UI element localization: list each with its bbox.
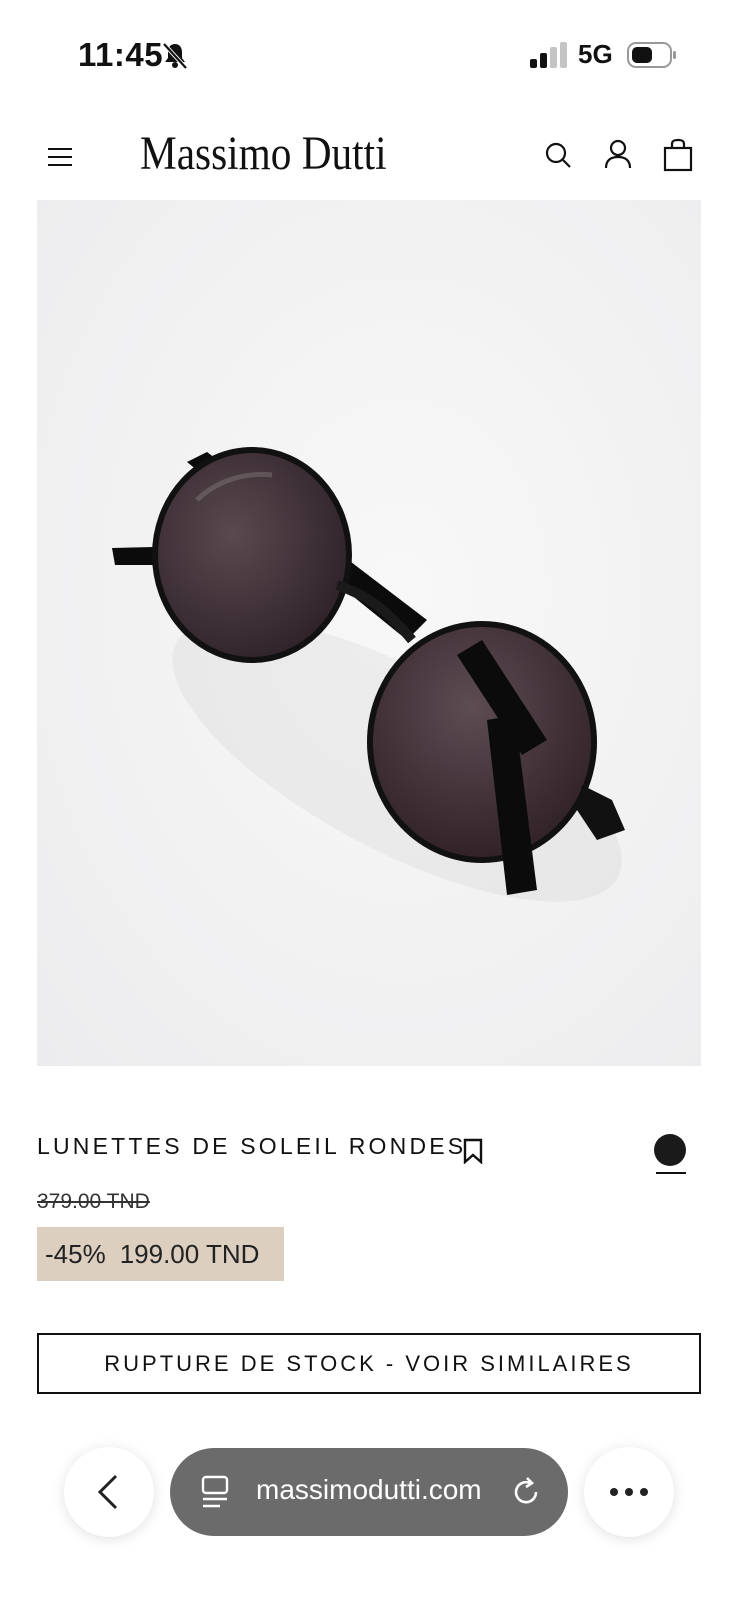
network-type: 5G	[578, 39, 613, 69]
signal-icon	[530, 42, 567, 68]
color-swatch-black[interactable]	[654, 1134, 686, 1166]
reload-icon[interactable]	[510, 1476, 542, 1508]
tabs-icon[interactable]	[200, 1474, 230, 1510]
sale-price: 199.00 TND	[119, 1238, 260, 1269]
back-icon	[97, 1474, 118, 1510]
product-image[interactable]	[37, 200, 701, 1066]
brand-logo[interactable]: Massimo Dutti	[140, 126, 389, 186]
product-title: LUNETTES DE SOLEIL RONDES	[37, 1133, 467, 1159]
search-icon[interactable]	[543, 140, 573, 170]
battery-icon	[627, 42, 676, 68]
status-bar: 11:45 5G	[0, 0, 738, 100]
sale-price-badge: -45% 199.00 TND	[37, 1227, 284, 1281]
sunglasses-illustration	[112, 447, 625, 902]
bookmark-icon[interactable]	[462, 1138, 484, 1164]
out-of-stock-similar-button[interactable]: RUPTURE DE STOCK - VOIR SIMILAIRES	[37, 1333, 701, 1394]
address-bar[interactable]: massimodutti.com	[170, 1448, 568, 1536]
discount-label: -45%	[45, 1238, 106, 1269]
original-price: 379.00 TND	[37, 1190, 150, 1213]
back-button[interactable]	[64, 1447, 154, 1537]
site-header: Massimo Dutti	[0, 118, 738, 198]
more-options-button[interactable]	[584, 1447, 674, 1537]
bag-icon[interactable]	[663, 138, 693, 172]
bell-slash-icon	[162, 42, 188, 70]
menu-icon[interactable]	[46, 142, 76, 172]
url-text[interactable]: massimodutti.com	[256, 1474, 482, 1506]
status-time: 11:45	[78, 36, 164, 73]
more-icon	[610, 1488, 648, 1496]
account-icon[interactable]	[603, 138, 633, 170]
selected-swatch-indicator	[656, 1172, 686, 1174]
